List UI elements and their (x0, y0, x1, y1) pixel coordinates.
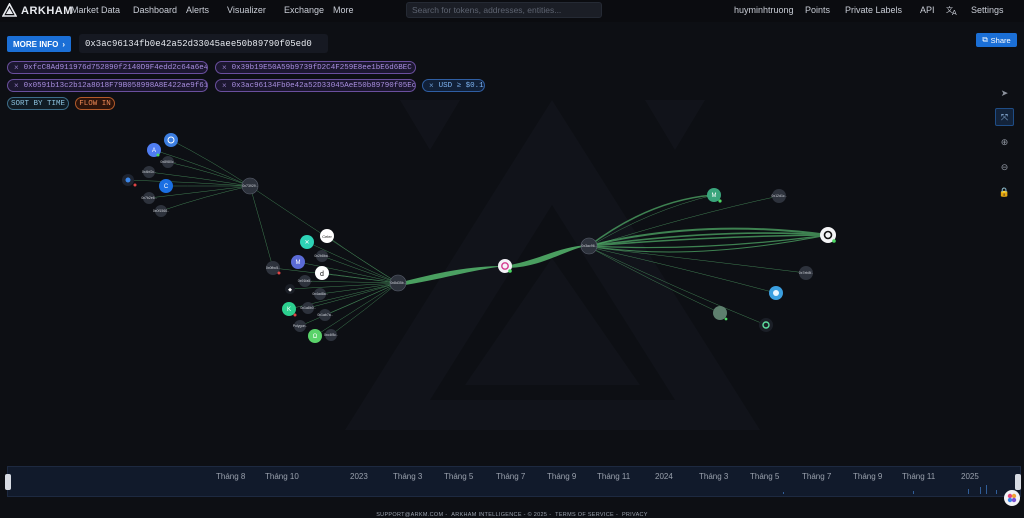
node-label: 0xc4f8c.. (324, 333, 338, 337)
node-address[interactable]: 0x8980c.. (160, 156, 176, 168)
visualizer-graph[interactable]: A 0x8980c.. 0x4bf2c.. C 0x7b2e6.. 0x0f15… (0, 0, 1024, 460)
timeline-tick: Tháng 5 (444, 472, 474, 481)
node-label: 0x12d1c.. (771, 194, 786, 198)
node-icon[interactable]: A (147, 143, 161, 157)
node-label: 0x4ad8a.. (312, 292, 327, 296)
timeline-tick: Tháng 8 (216, 472, 246, 481)
node-label: 0x3ac96.. (581, 244, 596, 248)
node-icon[interactable]: Ω (308, 329, 322, 343)
lock-icon[interactable]: 🔒 (995, 183, 1014, 201)
svg-text:M: M (712, 193, 717, 199)
node-icon[interactable]: ✕ (300, 235, 314, 249)
node-address[interactable]: 0x12d1c.. (771, 189, 787, 203)
timeline-tick: Tháng 7 (496, 472, 526, 481)
node-icon[interactable] (769, 286, 783, 300)
node-label: 0x7eb8f.. (799, 271, 813, 275)
node-icon[interactable] (164, 133, 178, 147)
node-icon[interactable]: K (282, 302, 297, 317)
support-email-link[interactable]: SUPPORT@ARKM.COM (376, 512, 443, 518)
timeline-tick: 2025 (961, 472, 979, 481)
node-cluster-center[interactable]: 0x8d35b.. (389, 274, 407, 292)
footer: SUPPORT@ARKM.COM - ARKHAM INTELLIGENCE - … (376, 512, 648, 518)
node-label: 0x1ab7a.. (317, 313, 332, 317)
timeline-tick: Tháng 5 (750, 472, 780, 481)
chat-support-icon[interactable] (1004, 490, 1020, 506)
timeline-tick: Tháng 11 (597, 472, 631, 481)
node-icon[interactable]: C (159, 179, 173, 193)
node-label: 0x4bf2c.. (142, 170, 156, 174)
node-label: 0x1a8b0.. (300, 306, 315, 310)
node-icon[interactable]: M (707, 188, 722, 203)
arkham-watermark (345, 100, 760, 430)
svg-text:Celer: Celer (322, 234, 332, 239)
copyright-text: ARKHAM INTELLIGENCE - © 2025 (451, 512, 548, 518)
node-address[interactable]: 0x4bf2c.. (142, 166, 156, 178)
node-label: Polygon.. (293, 324, 308, 328)
node-label: 0x8d35b.. (390, 281, 405, 285)
timeline-end-handle[interactable] (1015, 474, 1021, 490)
node-address[interactable]: 0x0f1560.. (153, 205, 169, 217)
zoom-out-icon[interactable]: ⊖ (995, 158, 1014, 176)
node-label: 0x7b2e6.. (141, 196, 156, 200)
node-address[interactable]: Polygon.. (293, 320, 308, 332)
node-icon[interactable]: Celer (320, 229, 334, 243)
svg-text:C: C (164, 184, 169, 190)
right-flow-edges (588, 194, 829, 253)
svg-text:Ω: Ω (313, 334, 318, 340)
node-address[interactable]: 0x2b8ba.. (314, 250, 330, 262)
node-label: 0x73929.. (242, 184, 257, 188)
timeline-tick: 2023 (350, 472, 368, 481)
timeline-tick: Tháng 7 (802, 472, 832, 481)
node-address[interactable]: 0x1ab7a.. (317, 309, 333, 321)
node-icon[interactable]: d (315, 266, 329, 280)
node-icon[interactable] (820, 227, 836, 243)
node-label: 0x8980c.. (160, 160, 175, 164)
timeline-tick: Tháng 3 (699, 472, 729, 481)
node-label: 0x2b8ba.. (314, 254, 329, 258)
svg-text:d: d (320, 271, 324, 278)
timeline-tick: Tháng 9 (853, 472, 883, 481)
node-icon[interactable] (759, 318, 773, 332)
timeline-start-handle[interactable] (5, 474, 11, 490)
svg-text:K: K (287, 307, 291, 313)
node-hub-left[interactable]: 0x73929.. (241, 177, 259, 195)
privacy-link[interactable]: PRIVACY (622, 512, 648, 518)
node-address[interactable]: 0x1a8b0.. (300, 302, 316, 314)
node-address[interactable]: 0x4ad8a.. (312, 288, 328, 300)
node-label: 0x0f1560.. (153, 209, 169, 213)
timeline-scrubber[interactable] (7, 466, 1021, 497)
timeline-tick: Tháng 3 (393, 472, 423, 481)
zoom-in-icon[interactable]: ⊕ (995, 133, 1014, 151)
fit-view-icon[interactable]: ⤧ (995, 108, 1014, 126)
node-address[interactable]: 0xc4f8c.. (324, 329, 338, 341)
node-icon[interactable]: M (291, 255, 305, 269)
node-label: 0x0fbc5.. (266, 266, 280, 270)
timeline-tick: 2024 (655, 472, 673, 481)
svg-text:M: M (296, 260, 301, 266)
node-address[interactable]: 0x0fbc5.. (266, 261, 281, 275)
node-main-token[interactable] (498, 259, 512, 273)
node-address[interactable]: 0x7eb8f.. (799, 266, 813, 280)
node-address[interactable]: 0x91fa5.. (298, 275, 312, 287)
node-hub-right[interactable]: 0x3ac96.. (580, 237, 598, 255)
node-icon[interactable]: ◆ (285, 284, 295, 294)
svg-text:✕: ✕ (304, 240, 309, 246)
cursor-icon[interactable]: ➤ (995, 84, 1014, 102)
timeline-tick: Tháng 9 (547, 472, 577, 481)
timeline-tick: Tháng 10 (265, 472, 299, 481)
svg-text:◆: ◆ (288, 287, 292, 293)
terms-link[interactable]: TERMS OF SERVICE (555, 512, 614, 518)
node-address[interactable]: 0x7b2e6.. (141, 192, 157, 204)
node-label: 0x91fa5.. (298, 279, 312, 283)
svg-text:A: A (152, 148, 156, 154)
timeline-tick: Tháng 11 (902, 472, 936, 481)
